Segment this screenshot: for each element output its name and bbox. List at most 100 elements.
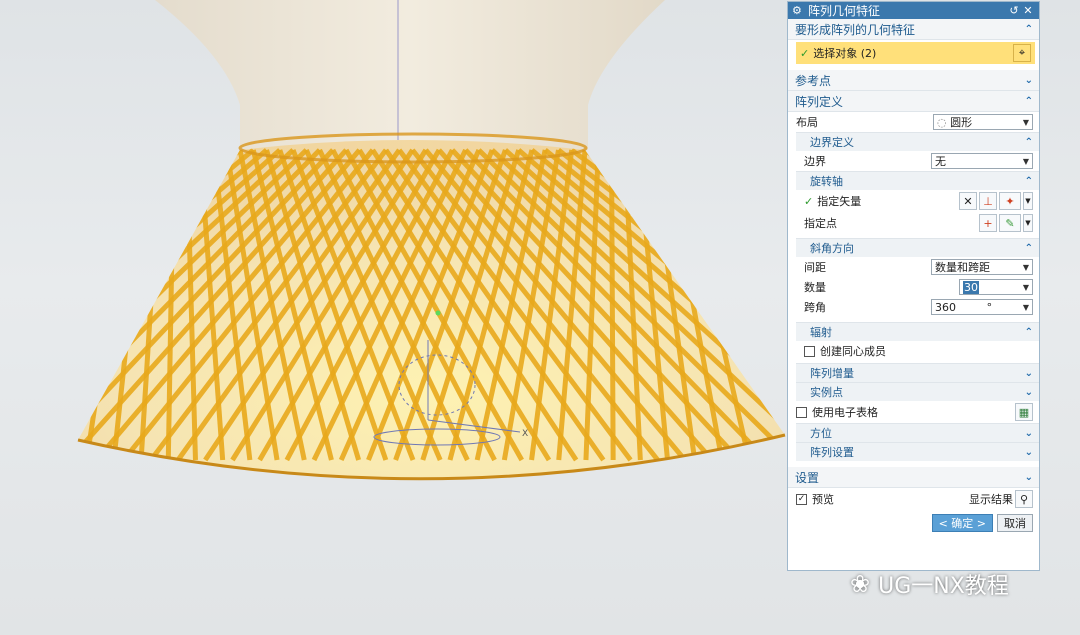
count-label: 数量 <box>804 281 826 294</box>
array-increment-header[interactable]: 阵列增量 ⌄ <box>796 363 1039 382</box>
boundary-definition-label: 边界定义 <box>810 136 854 149</box>
wechat-logo-icon: ❀ <box>850 570 871 598</box>
boundary-label: 边界 <box>804 155 826 168</box>
spacing-label: 间距 <box>804 261 826 274</box>
preview-row: ✓ 预览 显示结果 ⚲ <box>788 488 1039 510</box>
dropdown-arrow-icon[interactable]: ▼ <box>1023 214 1033 232</box>
spreadsheet-checkbox[interactable] <box>796 406 807 418</box>
instance-point-label: 实例点 <box>810 386 843 399</box>
preview-checkbox[interactable]: ✓ <box>796 493 807 505</box>
dropdown-arrow-icon: ▼ <box>1022 282 1029 292</box>
chevron-down-icon: ⌄ <box>1024 74 1033 86</box>
array-settings-label: 阵列设置 <box>810 446 854 459</box>
reference-point-label: 参考点 <box>795 73 832 88</box>
features-group-label: 要形成阵列的几何特征 <box>795 22 916 37</box>
array-definition-header[interactable]: 阵列定义 ⌃ <box>788 91 1039 112</box>
span-angle-input[interactable]: 360 ° ▼ <box>931 299 1033 315</box>
watermark-text: UG一NX教程 <box>878 574 1009 599</box>
array-increment-label: 阵列增量 <box>810 367 854 380</box>
layout-select[interactable]: ◌ 圆形 ▼ <box>933 114 1033 130</box>
dialog-buttons: < 确定 > 取消 <box>788 510 1039 536</box>
settings-label: 设置 <box>795 470 820 485</box>
spacing-value: 数量和跨距 <box>935 261 990 274</box>
ok-button[interactable]: < 确定 > <box>931 514 993 532</box>
concentric-row: 创建同心成员 <box>788 341 1039 361</box>
chevron-up-icon: ⌃ <box>1024 326 1033 338</box>
crosshair-icon[interactable]: ⌖ <box>1013 44 1031 62</box>
3d-model-view: X <box>77 0 786 481</box>
boundary-select[interactable]: 无 ▼ <box>931 153 1033 169</box>
circle-layout-icon: ◌ <box>937 116 947 129</box>
radial-label: 辐射 <box>810 326 832 339</box>
layout-row: 布局 ◌ 圆形 ▼ <box>788 112 1039 132</box>
concentric-checkbox[interactable] <box>804 345 815 357</box>
count-row: 数量 30 ▼ <box>788 277 1039 297</box>
dropdown-arrow-icon: ▼ <box>1022 156 1029 166</box>
vector-dialog-icon[interactable]: ✦ <box>999 192 1021 210</box>
spreadsheet-label: 使用电子表格 <box>812 406 878 419</box>
reverse-direction-icon[interactable]: ✕ <box>959 192 977 210</box>
chevron-down-icon: ⌄ <box>1024 367 1033 379</box>
instance-point-header[interactable]: 实例点 ⌄ <box>796 382 1039 401</box>
watermark: ❀ UG一NX教程 <box>850 568 1009 600</box>
angle-direction-label: 斜角方向 <box>810 242 854 255</box>
close-icon[interactable]: ✕ <box>1021 4 1035 17</box>
graphics-viewport[interactable]: X <box>0 0 786 635</box>
chevron-down-icon: ⌄ <box>1024 471 1033 483</box>
concentric-label: 创建同心成员 <box>820 345 886 358</box>
rotation-axis-label: 旋转轴 <box>810 175 843 188</box>
count-input[interactable]: 30 ▼ <box>959 279 1033 295</box>
specify-vector-row: ✓ 指定矢量 ✕ ⊥ ✦ ▼ <box>788 190 1039 212</box>
select-object-label: 选择对象 (2) <box>813 47 877 60</box>
dropdown-arrow-icon: ▼ <box>1022 262 1029 272</box>
reset-icon[interactable]: ↺ <box>1007 4 1021 17</box>
specify-point-row: 指定点 + ✎ ▼ <box>788 212 1039 234</box>
spreadsheet-row: 使用电子表格 ▦ <box>788 401 1039 423</box>
span-angle-row: 跨角 360 ° ▼ <box>788 297 1039 317</box>
neck-surface <box>155 0 665 150</box>
svg-text:X: X <box>522 429 528 439</box>
features-group-header[interactable]: 要形成阵列的几何特征 ⌃ <box>788 19 1039 40</box>
boundary-row: 边界 无 ▼ <box>788 151 1039 171</box>
magnifier-icon[interactable]: ⚲ <box>1015 490 1033 508</box>
layout-label: 布局 <box>796 116 818 129</box>
dropdown-arrow-icon: ▼ <box>1022 302 1029 312</box>
cancel-button[interactable]: 取消 <box>997 514 1033 532</box>
angle-direction-header[interactable]: 斜角方向 ⌃ <box>796 238 1039 257</box>
array-settings-header[interactable]: 阵列设置 ⌄ <box>796 442 1039 461</box>
select-object-row[interactable]: ✓ 选择对象 (2) ⌖ <box>796 42 1035 64</box>
chevron-up-icon: ⌃ <box>1024 95 1033 107</box>
dropdown-arrow-icon[interactable]: ▼ <box>1023 192 1033 210</box>
point-dialog-icon[interactable]: + <box>979 214 997 232</box>
count-value: 30 <box>963 280 979 294</box>
settings-header[interactable]: 设置 ⌄ <box>788 467 1039 488</box>
checkmark-icon: ✓ <box>800 46 810 60</box>
gear-icon: ⚙ <box>792 4 802 17</box>
spreadsheet-icon[interactable]: ▦ <box>1015 403 1033 421</box>
chevron-down-icon: ⌄ <box>1024 427 1033 439</box>
point-icon[interactable]: ✎ <box>999 214 1021 232</box>
dialog-titlebar: ⚙ 阵列几何特征 ↺ ✕ <box>788 2 1039 19</box>
pattern-geometry-dialog: ⚙ 阵列几何特征 ↺ ✕ 要形成阵列的几何特征 ⌃ ✓ 选择对象 (2) ⌖ 参… <box>787 1 1040 571</box>
specify-point-label: 指定点 <box>804 217 837 230</box>
spacing-select[interactable]: 数量和跨距 ▼ <box>931 259 1033 275</box>
dialog-title: 阵列几何特征 <box>808 4 881 18</box>
rotation-axis-header[interactable]: 旋转轴 ⌃ <box>796 171 1039 190</box>
radial-header[interactable]: 辐射 ⌃ <box>796 322 1039 341</box>
orientation-header[interactable]: 方位 ⌄ <box>796 423 1039 442</box>
reference-point-header[interactable]: 参考点 ⌄ <box>788 70 1039 91</box>
dropdown-arrow-icon: ▼ <box>1022 117 1029 127</box>
layout-value: 圆形 <box>950 116 973 129</box>
span-angle-label: 跨角 <box>804 301 826 314</box>
chevron-up-icon: ⌃ <box>1024 175 1033 187</box>
span-angle-value: 360 <box>935 300 956 314</box>
vector-icon[interactable]: ⊥ <box>979 192 997 210</box>
show-result-label: 显示结果 <box>969 493 1013 506</box>
boundary-definition-header[interactable]: 边界定义 ⌃ <box>796 132 1039 151</box>
orientation-label: 方位 <box>810 427 832 440</box>
specify-vector-label: 指定矢量 <box>817 195 862 208</box>
spacing-row: 间距 数量和跨距 ▼ <box>788 257 1039 277</box>
boundary-value: 无 <box>935 155 946 168</box>
checkmark-icon: ✓ <box>804 194 814 208</box>
chevron-up-icon: ⌃ <box>1024 242 1033 254</box>
